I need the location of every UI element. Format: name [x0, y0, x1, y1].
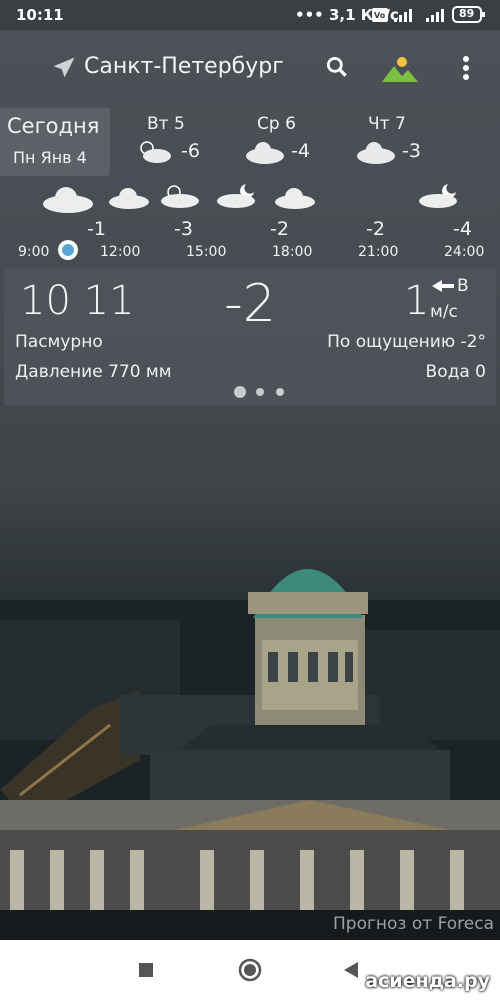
hourly-forecast: -1 -3 -2 -2 -4 9:00 12:00 15:00 18:00 21… [0, 178, 500, 268]
day-temp: -6 [181, 140, 200, 162]
tab-today[interactable]: Сегодня Пн Янв 4 [0, 108, 110, 176]
today-label: Сегодня [7, 114, 100, 138]
day-label: Вт 5 [147, 114, 185, 134]
day-label: Чт 7 [368, 114, 406, 134]
partly-cloudy-icon [158, 182, 200, 210]
watermark: асиенда.ру [365, 970, 490, 992]
day-tabs: Сегодня Пн Янв 4 Вт 5 -6 Ср 6 -4 Чт 7 -3… [0, 108, 500, 178]
hour-label: 21:00 [358, 244, 399, 260]
current-temperature: -2 [224, 274, 276, 334]
cathedral-background-illustration [0, 569, 500, 940]
cloud-icon [42, 184, 94, 214]
cloud-icon [274, 186, 316, 210]
city-name[interactable]: Санкт-Петербург [84, 54, 284, 79]
pressure: Давление 770 мм [15, 362, 172, 382]
hour-label: 15:00 [186, 244, 227, 260]
volte-icon: Vo [372, 8, 388, 22]
cloud-icon [356, 140, 396, 164]
hourly-temp: -1 [87, 218, 106, 240]
top-bar: Санкт-Петербург [0, 40, 500, 100]
recent-apps-button[interactable] [138, 962, 154, 978]
forecast-credit[interactable]: Прогноз от Foreca [333, 914, 494, 934]
page-dot [256, 388, 264, 396]
hour-label: 12:00 [100, 244, 141, 260]
cloud-icon [245, 140, 285, 164]
wind-unit: м/с [430, 302, 458, 322]
search-icon[interactable] [324, 54, 350, 80]
day-temp: -4 [291, 140, 310, 162]
signal-icon-2 [426, 8, 446, 22]
page-dot-active [234, 386, 246, 398]
feels-like: По ощущению -2° [327, 332, 486, 352]
signal-icon [394, 8, 420, 22]
day-label: Ср 6 [257, 114, 296, 134]
wind-direction-arrow-icon [430, 278, 456, 294]
condition-text: Пасмурно [15, 332, 103, 352]
svg-text:Vo: Vo [374, 11, 386, 20]
back-button[interactable] [343, 961, 359, 979]
hourly-temp: -2 [366, 218, 385, 240]
forecast-credit-bar: Прогноз от Foreca [0, 910, 500, 940]
page-dot [276, 388, 284, 396]
cloud-moon-icon [216, 182, 260, 210]
hourly-temp: -2 [270, 218, 289, 240]
hourly-temp: -3 [174, 218, 193, 240]
current-time: 10 11 [20, 278, 135, 324]
wind-direction: В [457, 276, 469, 296]
status-bar: 10:11 ••• 3,1 КБ/с Vo 89 [0, 0, 500, 30]
landscape-icon[interactable] [380, 54, 420, 84]
cloud-icon [108, 186, 150, 210]
current-hour-marker[interactable] [57, 239, 79, 261]
partly-cloudy-icon [135, 138, 173, 164]
location-arrow-icon[interactable] [50, 54, 78, 82]
precipitation: Вода 0 [425, 362, 486, 382]
current-conditions-card[interactable]: 10 11 -2 1 В м/с Пасмурно По ощущению -2… [4, 268, 496, 406]
battery-level: 89 [459, 7, 475, 20]
wind-speed: 1 [404, 278, 430, 324]
status-time: 10:11 [16, 6, 64, 24]
hour-label: 9:00 [18, 244, 50, 260]
home-button[interactable] [238, 958, 262, 982]
today-date: Пн Янв 4 [13, 148, 87, 167]
cloud-moon-icon [418, 182, 462, 210]
hour-label: 18:00 [272, 244, 313, 260]
hour-label: 24:00 [444, 244, 485, 260]
day-temp: -3 [402, 140, 421, 162]
hourly-temp: -4 [453, 218, 472, 240]
navigation-bar: асиенда.ру [0, 940, 500, 1000]
more-vert-icon[interactable] [458, 54, 474, 82]
